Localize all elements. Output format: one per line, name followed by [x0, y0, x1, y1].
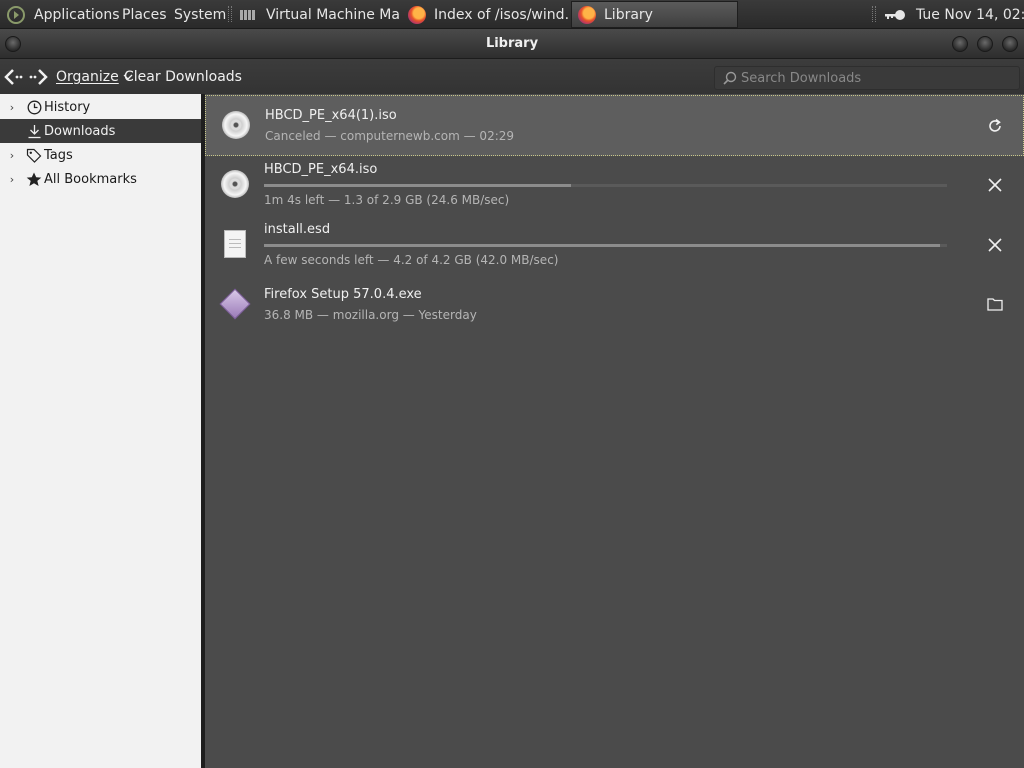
- minimize-button[interactable]: [952, 36, 968, 52]
- download-status: 1m 4s left — 1.3 of 2.9 GB (24.6 MB/sec): [264, 193, 510, 207]
- disc-icon: [221, 170, 249, 198]
- folder-icon: [987, 298, 1003, 311]
- package-icon: [219, 288, 251, 320]
- star-icon: [24, 172, 44, 187]
- task-virt-manager[interactable]: Virtual Machine Man…: [234, 1, 400, 28]
- open-folder-button[interactable]: [985, 294, 1005, 314]
- panel-separator: [872, 6, 876, 22]
- library-toolbar: Organize Clear Downloads: [0, 59, 1024, 94]
- search-box[interactable]: [714, 66, 1020, 90]
- sidebar-item-tags[interactable]: › Tags: [0, 143, 201, 167]
- download-item[interactable]: HBCD_PE_x64(1).iso Canceled — computerne…: [205, 95, 1024, 156]
- sidebar-item-label: Downloads: [44, 123, 116, 139]
- window-titlebar[interactable]: Library: [0, 29, 1024, 59]
- search-icon: [723, 71, 737, 85]
- back-button[interactable]: [3, 59, 25, 94]
- window-title: Library: [485, 36, 539, 51]
- clear-downloads-button[interactable]: Clear Downloads: [124, 59, 242, 94]
- sidebar-item-label: Tags: [44, 147, 73, 163]
- progress-bar: [264, 184, 947, 187]
- task-label: Index of /isos/wind…: [434, 6, 570, 23]
- download-name: install.esd: [264, 222, 331, 237]
- chevron-right-icon[interactable]: ›: [0, 173, 24, 186]
- sidebar-item-all-bookmarks[interactable]: › All Bookmarks: [0, 167, 201, 191]
- sidebar: › History Downloads › Tags › All Bookmar…: [0, 94, 201, 768]
- clock[interactable]: Tue Nov 14, 02:31: [916, 0, 1024, 29]
- chevron-right-icon[interactable]: ›: [0, 149, 24, 162]
- task-label: Library: [604, 6, 653, 23]
- download-status: Canceled — computernewb.com — 02:29: [265, 129, 515, 143]
- menu-places[interactable]: Places: [122, 0, 167, 29]
- sidebar-item-history[interactable]: › History: [0, 95, 201, 119]
- download-status: A few seconds left — 4.2 of 4.2 GB (42.0…: [264, 253, 559, 267]
- task-firefox-index[interactable]: Index of /isos/wind…: [402, 1, 570, 28]
- download-status: 36.8 MB — mozilla.org — Yesterday: [264, 308, 477, 322]
- task-library[interactable]: Library: [571, 1, 738, 28]
- downloads-list: HBCD_PE_x64(1).iso Canceled — computerne…: [205, 94, 1024, 768]
- gnome-foot-icon[interactable]: [6, 0, 26, 29]
- sidebar-item-label: All Bookmarks: [44, 171, 137, 187]
- cancel-button[interactable]: [985, 175, 1005, 195]
- firefox-icon: [408, 5, 426, 24]
- sidebar-item-label: History: [44, 99, 91, 115]
- panel-separator: [228, 6, 232, 22]
- download-item[interactable]: HBCD_PE_x64.iso 1m 4s left — 1.3 of 2.9 …: [205, 156, 1024, 216]
- download-name: HBCD_PE_x64.iso: [264, 162, 378, 177]
- retry-icon: [989, 118, 1001, 132]
- top-panel: Applications Places System Virtual Machi…: [0, 0, 1024, 29]
- menu-applications[interactable]: Applications: [34, 0, 120, 29]
- disc-icon: [222, 111, 250, 139]
- organize-label: Organize: [56, 68, 119, 85]
- document-icon: [221, 230, 249, 258]
- download-item[interactable]: install.esd A few seconds left — 4.2 of …: [205, 216, 1024, 276]
- cancel-button[interactable]: [985, 235, 1005, 255]
- firefox-icon: [578, 5, 596, 24]
- retry-button[interactable]: [985, 116, 1005, 136]
- task-label: Virtual Machine Man…: [266, 6, 400, 23]
- keyring-icon[interactable]: [884, 0, 906, 29]
- clock-icon: [24, 100, 44, 115]
- download-name: HBCD_PE_x64(1).iso: [265, 108, 397, 123]
- arrow-left-icon: [4, 68, 23, 85]
- download-icon: [24, 124, 44, 139]
- virt-manager-icon: [240, 9, 258, 21]
- forward-button[interactable]: [28, 59, 50, 94]
- download-item[interactable]: Firefox Setup 57.0.4.exe 36.8 MB — mozil…: [205, 276, 1024, 336]
- search-input[interactable]: [741, 70, 1011, 86]
- arrow-right-icon: [29, 68, 48, 85]
- tag-icon: [24, 148, 44, 163]
- organize-button[interactable]: Organize: [56, 59, 133, 94]
- menu-system[interactable]: System: [174, 0, 226, 29]
- chevron-right-icon[interactable]: ›: [0, 101, 24, 114]
- cancel-icon: [988, 178, 1002, 192]
- sidebar-item-downloads[interactable]: Downloads: [0, 119, 201, 143]
- cancel-icon: [988, 238, 1002, 252]
- progress-bar: [264, 244, 947, 247]
- maximize-button[interactable]: [977, 36, 993, 52]
- download-name: Firefox Setup 57.0.4.exe: [264, 287, 422, 302]
- close-button[interactable]: [1002, 36, 1018, 52]
